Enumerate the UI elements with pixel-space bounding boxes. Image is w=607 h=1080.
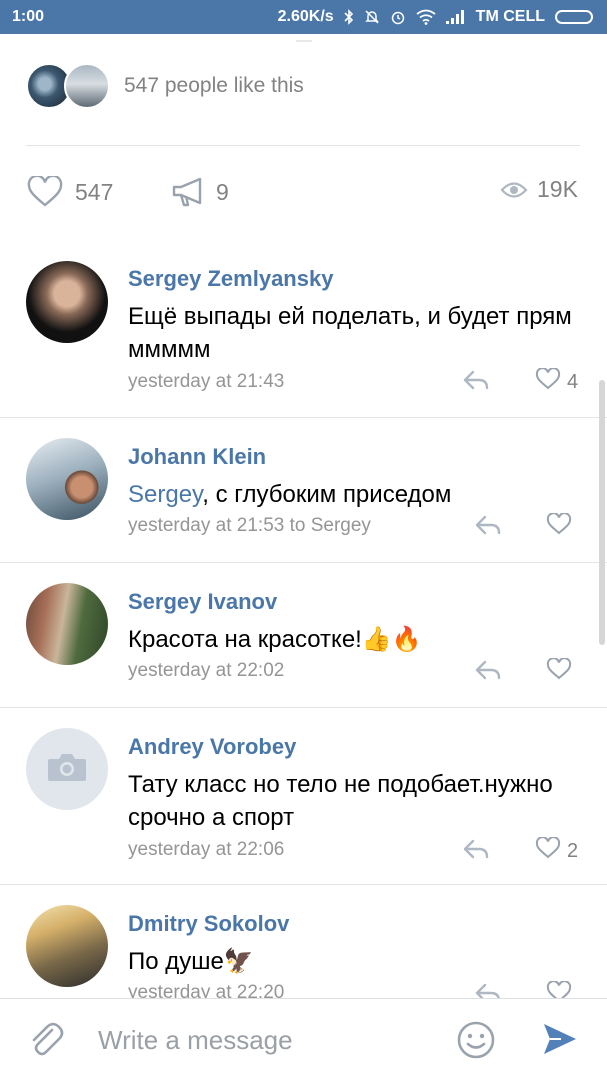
commenter-name[interactable]: Dmitry Sokolov	[128, 911, 289, 937]
status-time: 1:00	[12, 8, 45, 25]
sheet-handle	[296, 40, 312, 42]
comment-text: Тату класс но тело не подобает.нужно сро…	[128, 771, 553, 831]
comment-like-button[interactable]	[546, 657, 572, 686]
scrollbar[interactable]	[599, 380, 605, 645]
commenter-name[interactable]: Sergey Ivanov	[128, 589, 277, 615]
status-indicators: 2.60K/s TM CELL	[278, 8, 593, 26]
comment-timestamp: yesterday at 22:06	[128, 839, 285, 860]
comment-timestamp: yesterday at 22:20	[128, 982, 285, 998]
alarm-icon	[390, 9, 406, 25]
commenter-avatar[interactable]	[26, 261, 108, 343]
paperclip-icon[interactable]	[28, 1021, 64, 1064]
likers-row[interactable]: 547 people like this	[26, 62, 304, 110]
comment-item: Sergey Zemlyansky Ещё выпады ей поделать…	[0, 258, 607, 418]
commenter-avatar[interactable]	[26, 728, 108, 810]
commenter-name[interactable]: Johann Klein	[128, 444, 266, 470]
reply-mention-link[interactable]: Sergey	[128, 481, 202, 508]
heart-icon	[546, 980, 572, 998]
reply-icon[interactable]	[462, 368, 490, 397]
status-bar: 1:00 2.60K/s TM CELL	[0, 0, 607, 34]
heart-icon	[546, 512, 572, 541]
commenter-name[interactable]: Andrey Vorobey	[128, 734, 296, 760]
comment-item: Johann Klein Sergey, с глубоким приседом…	[0, 418, 607, 563]
commenter-avatar[interactable]	[26, 583, 108, 665]
reply-icon[interactable]	[462, 837, 490, 866]
mute-bell-icon	[364, 9, 380, 25]
comment-timestamp: yesterday at 22:02	[128, 660, 285, 681]
reply-icon[interactable]	[474, 981, 502, 998]
eye-icon	[500, 180, 528, 200]
carrier-name: TM CELL	[475, 8, 545, 25]
camera-icon	[46, 751, 88, 788]
comment-like-button[interactable]	[546, 512, 572, 541]
commenter-avatar[interactable]	[26, 905, 108, 987]
reply-icon[interactable]	[474, 658, 502, 687]
post-stats: 547 9 19K	[0, 168, 607, 220]
comment-text: Красота на красотке!👍🔥	[128, 626, 422, 653]
message-composer	[0, 998, 607, 1080]
heart-icon	[26, 176, 64, 208]
send-icon[interactable]	[541, 1021, 579, 1062]
bluetooth-icon	[344, 9, 354, 25]
comment-like-button[interactable]: 2	[535, 836, 579, 865]
reply-icon[interactable]	[474, 513, 502, 542]
megaphone-icon	[170, 176, 206, 208]
wifi-icon	[416, 9, 436, 25]
heart-icon	[535, 836, 561, 865]
message-input[interactable]	[96, 1019, 430, 1061]
comment-like-count: 2	[567, 839, 579, 862]
signal-icon	[445, 10, 466, 24]
comment-like-button[interactable]: 4	[535, 367, 579, 396]
comment-timestamp: yesterday at 21:53 to Sergey	[128, 515, 371, 536]
like-count: 547	[75, 178, 114, 205]
liker-avatar	[64, 63, 110, 109]
commenter-avatar[interactable]	[26, 438, 108, 520]
comment-item: Dmitry Sokolov По душе🦅 yesterday at 22:…	[0, 885, 607, 998]
comment-timestamp: yesterday at 21:43	[128, 371, 285, 392]
network-speed: 2.60K/s	[277, 8, 334, 25]
repost-button[interactable]: 9	[170, 176, 229, 208]
comment-text: По душе🦅	[128, 948, 254, 975]
views-counter: 19K	[500, 176, 578, 203]
like-button[interactable]: 547	[26, 176, 113, 208]
comment-body: , с глубоким приседом	[202, 481, 452, 508]
comment-text: Sergey, с глубоким приседом	[128, 478, 588, 511]
divider	[26, 145, 580, 146]
battery-icon	[555, 10, 593, 24]
comment-like-count: 4	[567, 370, 579, 393]
likers-summary: 547 people like this	[124, 74, 304, 97]
heart-icon	[546, 657, 572, 686]
commenter-name[interactable]: Sergey Zemlyansky	[128, 266, 333, 292]
comment-item: Sergey Ivanov Красота на красотке!👍🔥 yes…	[0, 563, 607, 708]
repost-count: 9	[216, 178, 229, 205]
comment-text: Ещё выпады ей поделать, и будет прям ммм…	[128, 303, 572, 363]
comment-item: Andrey Vorobey Тату класс но тело не под…	[0, 708, 607, 885]
views-count: 19K	[537, 176, 578, 202]
smiley-icon[interactable]	[456, 1020, 496, 1065]
comment-like-button[interactable]	[546, 980, 572, 998]
heart-icon	[535, 367, 561, 396]
